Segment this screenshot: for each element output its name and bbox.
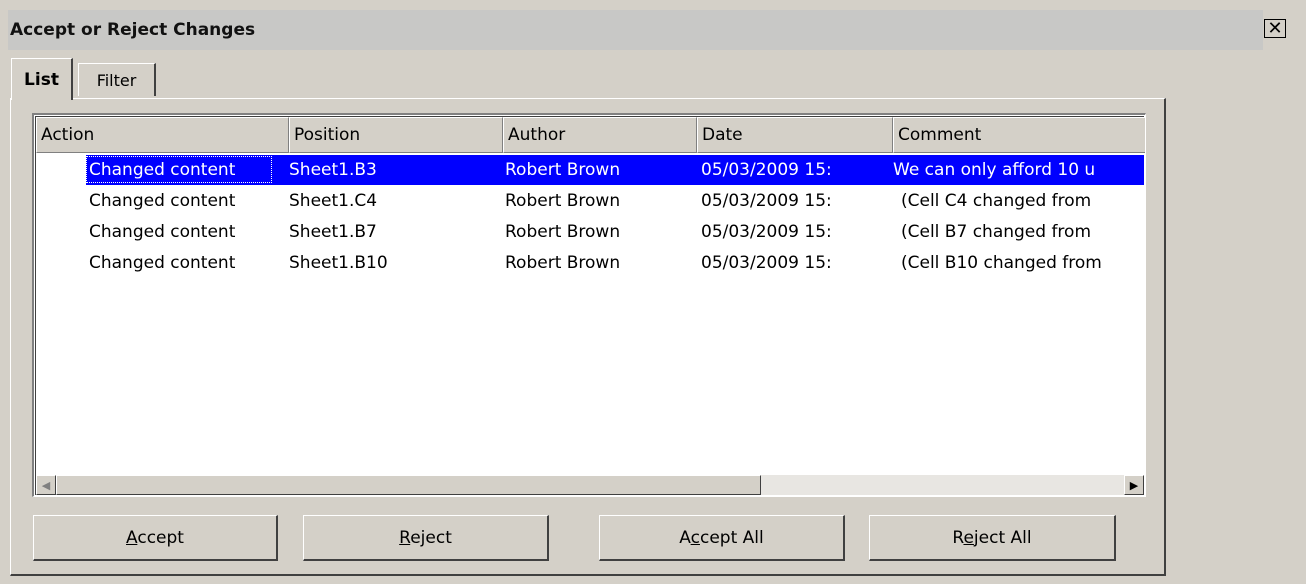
cell-comment: (Cell C4 changed from bbox=[901, 191, 1092, 211]
cell-position: Sheet1.B10 bbox=[289, 253, 388, 273]
cell-comment: We can only afford 10 u bbox=[893, 160, 1096, 180]
cell-date: 05/03/2009 15: bbox=[701, 253, 832, 273]
cell-date: 05/03/2009 15: bbox=[701, 160, 832, 180]
column-header-author[interactable]: Author bbox=[503, 117, 697, 153]
column-header-position[interactable]: Position bbox=[289, 117, 503, 153]
triangle-left-icon: ◀ bbox=[41, 478, 51, 492]
title-bar: Accept or Reject Changes bbox=[8, 10, 1263, 50]
cell-author: Robert Brown bbox=[505, 191, 621, 211]
close-button[interactable]: ✕ bbox=[1264, 19, 1286, 38]
reject-button[interactable]: Reject bbox=[303, 515, 549, 561]
table-row[interactable]: Changed content Sheet1.B10 Robert Brown … bbox=[36, 248, 1144, 279]
cell-position: Sheet1.B3 bbox=[289, 160, 377, 180]
cell-position: Sheet1.B7 bbox=[289, 222, 377, 242]
triangle-right-icon: ▶ bbox=[1129, 478, 1139, 492]
column-header-comment[interactable]: Comment bbox=[893, 117, 1145, 153]
tab-filter[interactable]: Filter bbox=[78, 63, 156, 96]
tab-list-label: List bbox=[24, 69, 59, 90]
cell-author: Robert Brown bbox=[505, 222, 621, 242]
cell-date: 05/03/2009 15: bbox=[701, 191, 832, 211]
cell-author: Robert Brown bbox=[505, 253, 621, 273]
tab-list[interactable]: List bbox=[11, 58, 73, 100]
cell-author: Robert Brown bbox=[505, 160, 621, 180]
changes-list[interactable]: Action Position Author Date Comment Chan… bbox=[32, 113, 1146, 497]
close-icon: ✕ bbox=[1267, 17, 1283, 39]
cell-date: 05/03/2009 15: bbox=[701, 222, 832, 242]
cell-action: Changed content bbox=[89, 222, 236, 242]
cell-comment: (Cell B10 changed from bbox=[901, 253, 1102, 273]
tab-filter-label: Filter bbox=[96, 70, 137, 90]
reject-all-button[interactable]: Reject All bbox=[869, 515, 1116, 561]
table-row[interactable]: Changed content Sheet1.B3 Robert Brown 0… bbox=[36, 155, 1144, 186]
accept-reject-dialog: Accept or Reject Changes ✕ List Filter A… bbox=[0, 0, 1306, 584]
cell-comment: (Cell B7 changed from bbox=[901, 222, 1092, 242]
cell-action: Changed content bbox=[89, 160, 236, 180]
column-header-action[interactable]: Action bbox=[36, 117, 289, 153]
cell-position: Sheet1.C4 bbox=[289, 191, 378, 211]
scrollbar-thumb[interactable] bbox=[56, 475, 761, 495]
table-row[interactable]: Changed content Sheet1.C4 Robert Brown 0… bbox=[36, 186, 1144, 217]
list-tab-panel: Action Position Author Date Comment Chan… bbox=[10, 98, 1166, 576]
scroll-left-button[interactable]: ◀ bbox=[36, 475, 56, 495]
table-row[interactable]: Changed content Sheet1.B7 Robert Brown 0… bbox=[36, 217, 1144, 248]
horizontal-scrollbar[interactable]: ◀ ▶ bbox=[36, 475, 1144, 495]
cell-action: Changed content bbox=[89, 191, 236, 211]
accept-button[interactable]: Accept bbox=[33, 515, 278, 561]
cell-action: Changed content bbox=[89, 253, 236, 273]
scroll-right-button[interactable]: ▶ bbox=[1124, 475, 1144, 495]
accept-all-button[interactable]: Accept All bbox=[599, 515, 845, 561]
list-header: Action Position Author Date Comment bbox=[36, 117, 1145, 153]
column-header-date[interactable]: Date bbox=[697, 117, 893, 153]
dialog-title: Accept or Reject Changes bbox=[10, 20, 256, 40]
